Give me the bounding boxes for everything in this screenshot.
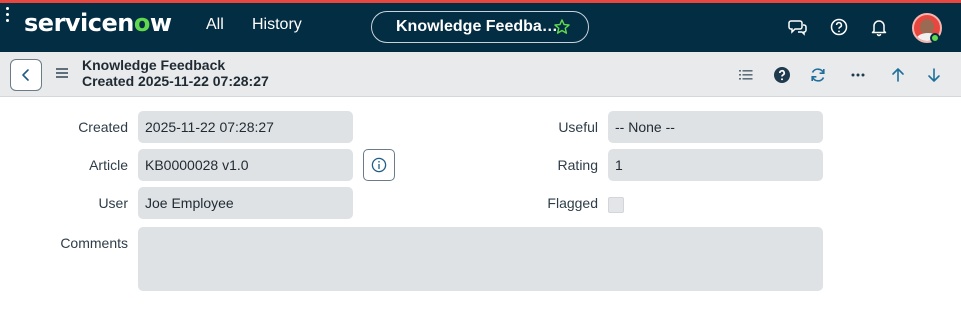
nav-more-icon[interactable] <box>0 3 14 25</box>
article-info-button[interactable] <box>363 149 395 181</box>
refresh-icon[interactable] <box>808 65 828 85</box>
presence-status-icon <box>930 33 940 43</box>
star-icon[interactable] <box>553 18 571 36</box>
created-label: Created <box>78 119 128 135</box>
nav-all-menu[interactable]: All <box>206 16 224 34</box>
info-icon <box>371 157 387 173</box>
menu-icon[interactable] <box>56 68 68 78</box>
record-title-pill[interactable]: Knowledge Feedba… <box>371 11 589 43</box>
user-label: User <box>98 195 128 211</box>
record-title-text: Knowledge Feedba… <box>396 18 558 35</box>
comments-textarea[interactable] <box>138 227 823 291</box>
arrow-down-icon[interactable] <box>924 65 944 85</box>
top-navigation-bar: servicenow All History Knowledge Feedba… <box>0 0 961 52</box>
flagged-checkbox[interactable] <box>608 197 624 213</box>
comments-label: Comments <box>60 235 128 251</box>
arrow-up-icon[interactable] <box>888 65 908 85</box>
rating-field[interactable]: 1 <box>608 149 823 181</box>
article-label: Article <box>89 157 128 173</box>
flagged-label: Flagged <box>547 195 598 211</box>
useful-select[interactable]: -- None -- <box>608 111 823 143</box>
rating-label: Rating <box>557 157 598 173</box>
bell-icon[interactable] <box>869 17 889 37</box>
article-field[interactable]: KB0000028 v1.0 <box>138 149 353 181</box>
back-button[interactable] <box>10 59 42 91</box>
created-field[interactable]: 2025-11-22 07:28:27 <box>138 111 353 143</box>
servicenow-logo[interactable]: servicenow <box>24 9 172 37</box>
nav-history-menu[interactable]: History <box>252 16 302 34</box>
useful-label: Useful <box>558 119 598 135</box>
form-title-block: Knowledge Feedback Created 2025-11-22 07… <box>82 57 269 89</box>
list-icon[interactable] <box>736 65 756 85</box>
back-icon <box>22 69 29 81</box>
user-field[interactable]: Joe Employee <box>138 187 353 219</box>
more-icon[interactable] <box>848 65 868 85</box>
help-icon[interactable] <box>829 17 849 37</box>
form-header-bar: Knowledge Feedback Created 2025-11-22 07… <box>0 52 961 97</box>
form-title: Knowledge Feedback <box>82 57 226 73</box>
form-subtitle: Created 2025-11-22 07:28:27 <box>82 73 269 89</box>
chat-icon[interactable] <box>788 17 808 37</box>
help-circle-icon[interactable] <box>772 65 792 85</box>
